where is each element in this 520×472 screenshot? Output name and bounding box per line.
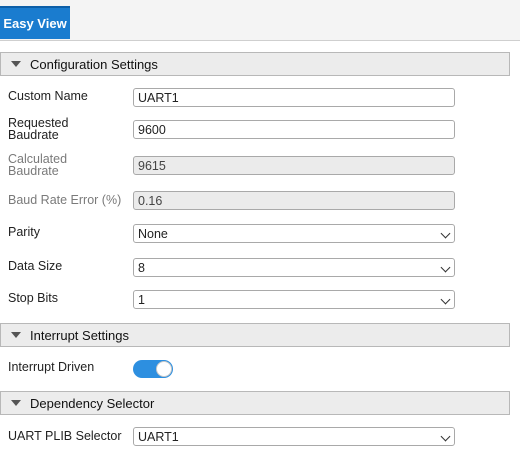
row-data-size: Data Size 8 bbox=[0, 256, 510, 288]
tab-easy-view[interactable]: Easy View bbox=[0, 6, 70, 39]
label-line: Baudrate bbox=[8, 164, 59, 178]
parity-value: None bbox=[138, 226, 168, 241]
row-requested-baudrate: Requested Baudrate 9600 bbox=[0, 117, 510, 149]
data-size-label: Data Size bbox=[8, 259, 63, 273]
uart-plib-select[interactable]: UART1 bbox=[133, 427, 455, 446]
calculated-baudrate-label: Calculated Baudrate bbox=[8, 153, 67, 178]
row-custom-name: Custom Name UART1 bbox=[0, 86, 510, 118]
custom-name-input[interactable]: UART1 bbox=[133, 88, 455, 107]
stop-bits-label: Stop Bits bbox=[8, 291, 59, 305]
parity-label: Parity bbox=[8, 225, 40, 239]
baud-rate-error-value: 0.16 bbox=[138, 193, 163, 208]
calculated-baudrate-value: 9615 bbox=[138, 158, 166, 173]
caret-down-icon bbox=[11, 61, 21, 67]
interrupt-driven-toggle[interactable] bbox=[133, 360, 173, 378]
section-title: Configuration Settings bbox=[30, 56, 158, 72]
row-calculated-baudrate: Calculated Baudrate 9615 bbox=[0, 153, 510, 185]
baud-rate-error-field: 0.16 bbox=[133, 191, 455, 210]
parity-select[interactable]: None bbox=[133, 224, 455, 243]
row-interrupt-driven: Interrupt Driven bbox=[0, 356, 510, 388]
custom-name-label: Custom Name bbox=[8, 89, 88, 103]
custom-name-value: UART1 bbox=[138, 90, 179, 105]
data-size-value: 8 bbox=[138, 260, 145, 275]
chevron-down-icon bbox=[440, 431, 451, 442]
section-header-interrupt[interactable]: Interrupt Settings bbox=[0, 323, 510, 347]
tab-bar: Easy View bbox=[0, 0, 520, 41]
requested-baudrate-label: Requested Baudrate bbox=[8, 117, 68, 142]
section-header-dependency[interactable]: Dependency Selector bbox=[0, 391, 510, 415]
row-baud-rate-error: Baud Rate Error (%) 0.16 bbox=[0, 189, 510, 221]
section-header-configuration[interactable]: Configuration Settings bbox=[0, 52, 510, 76]
requested-baudrate-input[interactable]: 9600 bbox=[133, 120, 455, 139]
baud-rate-error-label: Baud Rate Error (%) bbox=[8, 193, 122, 207]
calculated-baudrate-field: 9615 bbox=[133, 156, 455, 175]
section-title: Dependency Selector bbox=[30, 395, 155, 411]
caret-down-icon bbox=[11, 400, 21, 406]
row-uart-plib-selector: UART PLIB Selector UART1 bbox=[0, 425, 510, 457]
uart-plib-selector-label: UART PLIB Selector bbox=[8, 429, 122, 443]
uart-plib-value: UART1 bbox=[138, 429, 179, 444]
chevron-down-icon bbox=[440, 262, 451, 273]
chevron-down-icon bbox=[440, 228, 451, 239]
toggle-knob bbox=[156, 361, 172, 377]
interrupt-driven-label: Interrupt Driven bbox=[8, 360, 95, 374]
row-parity: Parity None bbox=[0, 222, 510, 254]
requested-baudrate-value: 9600 bbox=[138, 122, 166, 137]
chevron-down-icon bbox=[440, 294, 451, 305]
row-stop-bits: Stop Bits 1 bbox=[0, 288, 510, 320]
label-line: Baudrate bbox=[8, 128, 59, 142]
stop-bits-value: 1 bbox=[138, 292, 145, 307]
stop-bits-select[interactable]: 1 bbox=[133, 290, 455, 309]
caret-down-icon bbox=[11, 332, 21, 338]
section-title: Interrupt Settings bbox=[30, 327, 129, 343]
data-size-select[interactable]: 8 bbox=[133, 258, 455, 277]
